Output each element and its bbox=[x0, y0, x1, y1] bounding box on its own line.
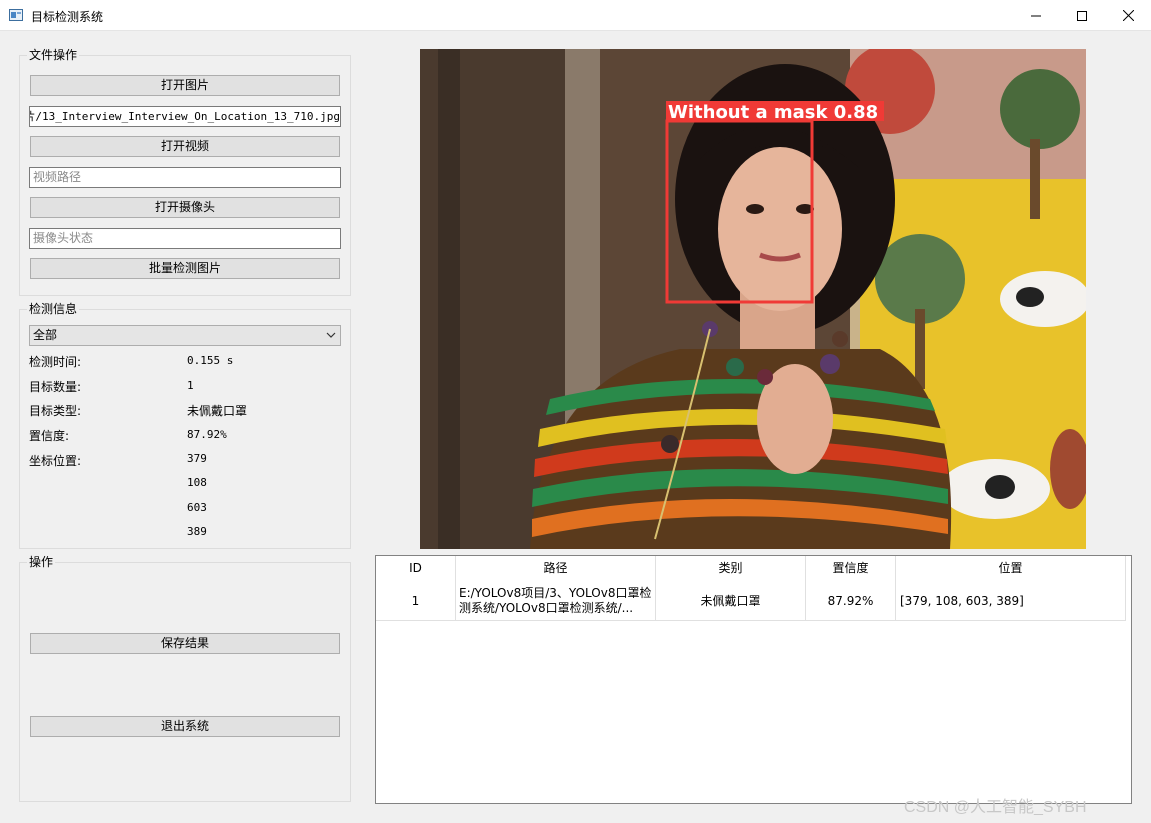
cell-path: E:/YOLOv8项目/3、YOLOv8口罩检 测系统/YOLOv8口罩检测系统… bbox=[456, 581, 656, 621]
batch-detect-button[interactable]: 批量检测图片 bbox=[30, 258, 340, 279]
count-label: 目标数量: bbox=[29, 380, 82, 394]
cell-position: [379, 108, 603, 389] bbox=[896, 581, 1126, 621]
video-path-field[interactable]: 视频路径 bbox=[29, 167, 341, 188]
minimize-button[interactable] bbox=[1013, 0, 1059, 31]
time-label: 检测时间: bbox=[29, 355, 82, 369]
count-value: 1 bbox=[187, 379, 194, 392]
confidence-value: 87.92% bbox=[187, 428, 227, 441]
watermark: CSDN @人工智能_SYBH bbox=[904, 799, 1087, 816]
results-table[interactable]: ID 路径 类别 置信度 位置 1 E:/YOLOv8项目/3、YOLOv8口罩… bbox=[375, 555, 1132, 804]
coord-xmax: 603 bbox=[187, 501, 207, 514]
target-filter-select[interactable]: 全部 bbox=[29, 325, 341, 346]
app-window-icon bbox=[9, 9, 23, 21]
close-icon bbox=[1122, 10, 1134, 21]
camera-status-field[interactable]: 摄像头状态 bbox=[29, 228, 341, 249]
window-title: 目标检测系统 bbox=[31, 10, 104, 24]
actions-title: 操作 bbox=[27, 555, 56, 569]
confidence-label: 置信度: bbox=[29, 429, 70, 443]
cell-path-line2: 测系统/YOLOv8口罩检测系统/... bbox=[459, 600, 634, 615]
close-button[interactable] bbox=[1105, 0, 1151, 31]
target-filter-value: 全部 bbox=[33, 328, 58, 342]
time-value: 0.155 s bbox=[187, 354, 234, 367]
file-ops-title: 文件操作 bbox=[27, 48, 80, 62]
col-header-category[interactable]: 类别 bbox=[656, 556, 806, 581]
exit-system-button[interactable]: 退出系统 bbox=[30, 716, 340, 737]
open-image-button[interactable]: 打开图片 bbox=[30, 75, 340, 96]
title-bar: 目标检测系统 bbox=[0, 0, 1151, 31]
type-value: 未佩戴口罩 bbox=[187, 404, 248, 418]
col-header-confidence[interactable]: 置信度 bbox=[806, 556, 896, 581]
chevron-down-icon bbox=[326, 332, 336, 338]
cell-id: 1 bbox=[376, 581, 456, 621]
detect-info-title: 检测信息 bbox=[27, 302, 80, 316]
coord-ymax: 389 bbox=[187, 525, 207, 538]
type-label: 目标类型: bbox=[29, 404, 82, 418]
minimize-icon bbox=[1031, 15, 1041, 16]
image-path-field[interactable]: 试图片/13_Interview_Interview_On_Location_1… bbox=[29, 106, 341, 127]
col-header-position[interactable]: 位置 bbox=[896, 556, 1126, 581]
coord-ymin: 108 bbox=[187, 476, 207, 489]
actions-group bbox=[19, 562, 351, 802]
open-camera-button[interactable]: 打开摄像头 bbox=[30, 197, 340, 218]
cell-confidence: 87.92% bbox=[806, 581, 896, 621]
cell-path-line1: E:/YOLOv8项目/3、YOLOv8口罩检 bbox=[459, 585, 652, 600]
detection-label: Without a mask 0.88 bbox=[668, 102, 878, 123]
save-results-button[interactable]: 保存结果 bbox=[30, 633, 340, 654]
col-header-id[interactable]: ID bbox=[376, 556, 456, 581]
maximize-button[interactable] bbox=[1059, 0, 1105, 31]
coord-xmin: 379 bbox=[187, 452, 207, 465]
coord-label: 坐标位置: bbox=[29, 454, 82, 468]
cell-category: 未佩戴口罩 bbox=[656, 581, 806, 621]
maximize-icon bbox=[1077, 10, 1087, 21]
detection-image: Without a mask 0.88 bbox=[420, 49, 1086, 549]
col-header-path[interactable]: 路径 bbox=[456, 556, 656, 581]
open-video-button[interactable]: 打开视频 bbox=[30, 136, 340, 157]
